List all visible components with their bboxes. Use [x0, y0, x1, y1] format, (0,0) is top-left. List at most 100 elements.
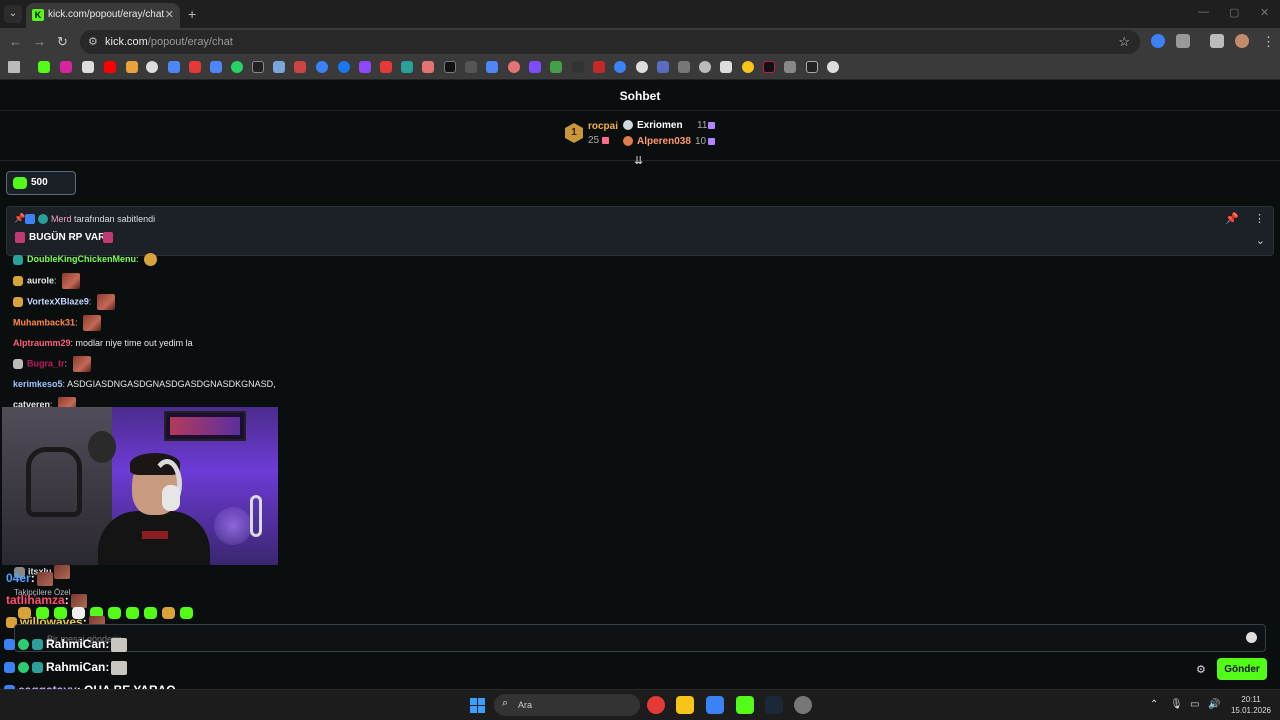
store-icon[interactable]	[706, 696, 724, 714]
emoji-picker-icon[interactable]	[1246, 632, 1257, 643]
bookmark-icon[interactable]	[678, 61, 690, 73]
emote-icon	[83, 315, 102, 331]
bookmark-icon[interactable]	[146, 61, 158, 73]
badge-icon	[32, 662, 43, 674]
bookmark-icon[interactable]	[380, 61, 392, 73]
bookmark-icon[interactable]	[359, 61, 371, 73]
tab-close-icon[interactable]: ✕	[165, 8, 174, 21]
leader-first-name[interactable]: rocpai	[588, 121, 618, 132]
bookmark-icon[interactable]	[444, 61, 456, 73]
bookmark-icon[interactable]	[529, 61, 541, 73]
bookmark-icon[interactable]	[806, 61, 818, 73]
taskbar-clock[interactable]: 20:11 15.01.2026	[1228, 694, 1274, 716]
bookmark-icon[interactable]	[189, 61, 201, 73]
bookmark-icon[interactable]	[486, 61, 498, 73]
leader-third-count: 10	[695, 136, 707, 147]
bookmark-icon[interactable]	[742, 61, 754, 73]
volume-icon[interactable]: 🔊	[1208, 699, 1220, 710]
bookmark-icon[interactable]	[231, 61, 243, 73]
send-button[interactable]: Gönder	[1217, 658, 1267, 680]
taskbar-search[interactable]: ⌕ Ara	[494, 694, 640, 716]
tray-chevron-icon[interactable]: ⌃	[1150, 699, 1158, 710]
steam-icon[interactable]	[765, 696, 783, 714]
bookmark-icon[interactable]	[784, 61, 796, 73]
verified-badge-icon	[38, 214, 48, 224]
bookmark-icon[interactable]	[827, 61, 839, 73]
browser-tab[interactable]: K kick.com/popout/eray/chat ✕	[26, 3, 180, 28]
bookmark-icon[interactable]	[294, 61, 306, 73]
bookmark-icon[interactable]	[338, 61, 350, 73]
bookmark-icon[interactable]	[550, 61, 562, 73]
maximize-button[interactable]: ▢	[1229, 6, 1239, 19]
chat-username[interactable]: DoubleKingChickenMenu	[27, 254, 136, 264]
chat-username[interactable]: Muhamback31	[13, 317, 75, 327]
unpin-icon[interactable]: 📌	[1225, 212, 1239, 225]
bookmark-icon[interactable]	[60, 61, 72, 73]
microphone-icon[interactable]: 🎙	[1170, 699, 1183, 710]
apps-grid-icon[interactable]	[8, 61, 20, 73]
bookmark-icon[interactable]	[82, 61, 94, 73]
bookmark-icon[interactable]	[508, 61, 520, 73]
extension-icon[interactable]	[1151, 34, 1165, 48]
bookmark-icon[interactable]	[252, 61, 264, 73]
bookmark-icon[interactable]	[572, 61, 584, 73]
bookmark-icon[interactable]	[401, 61, 413, 73]
bookmark-icon[interactable]	[422, 61, 434, 73]
bookmark-star-icon[interactable]: ☆	[1118, 34, 1130, 50]
pin-icon: 📌	[14, 213, 26, 223]
chat-username[interactable]: kerimkeso5	[13, 379, 63, 389]
chat-username[interactable]: Alptraumm29	[13, 338, 71, 348]
file-explorer-icon[interactable]	[676, 696, 694, 714]
chrome-icon[interactable]	[647, 696, 665, 714]
network-icon[interactable]: ▭	[1190, 699, 1199, 710]
bookmark-icon[interactable]	[126, 61, 138, 73]
back-icon[interactable]: ←	[9, 34, 22, 49]
webcam-light	[214, 507, 252, 545]
chat-input[interactable]	[47, 632, 1227, 646]
minimize-button[interactable]: —	[1198, 6, 1209, 18]
bookmark-icon[interactable]	[273, 61, 285, 73]
tab-search-menu-icon[interactable]: ⌄	[4, 5, 22, 23]
bookmark-icon[interactable]	[38, 61, 50, 73]
chat-text: modlar niye time out yedim la	[75, 338, 193, 348]
subscriber-goal-badge[interactable]: 500	[6, 171, 76, 195]
pinned-message[interactable]: 📌 Merd tarafından sabitlendi BUGÜN RP VA…	[6, 206, 1274, 256]
bookmark-icon[interactable]	[104, 61, 116, 73]
bookmark-icon[interactable]	[763, 61, 775, 73]
kick-app-icon[interactable]	[736, 696, 754, 714]
chevron-down-icon[interactable]: ⌄	[1256, 234, 1265, 247]
reading-list-icon[interactable]	[1210, 34, 1224, 48]
bookmark-icon[interactable]	[316, 61, 328, 73]
leader-third-name[interactable]: Alperen038	[637, 136, 691, 147]
new-tab-button[interactable]: +	[188, 6, 196, 22]
profile-avatar[interactable]	[1235, 34, 1249, 48]
site-info-icon[interactable]: ⚙	[88, 35, 98, 48]
leader-second-name[interactable]: Exriomen	[637, 120, 683, 131]
more-options-icon[interactable]: ⋮	[1254, 212, 1265, 225]
app-icon[interactable]	[794, 696, 812, 714]
bookmark-icon[interactable]	[593, 61, 605, 73]
webcam-fan	[250, 495, 262, 537]
chat-settings-gear-icon[interactable]: ⚙	[1196, 663, 1206, 676]
chat-username[interactable]: aurole	[27, 275, 54, 285]
bookmark-icon[interactable]	[210, 61, 222, 73]
bookmark-icon[interactable]	[168, 61, 180, 73]
windows-start-icon[interactable]	[470, 698, 485, 713]
extensions-puzzle-icon[interactable]	[1176, 34, 1190, 48]
forward-icon[interactable]: →	[33, 34, 46, 49]
browser-menu-icon[interactable]: ⋮	[1262, 34, 1275, 50]
reload-icon[interactable]: ↻	[57, 34, 68, 50]
bookmark-icon[interactable]	[699, 61, 711, 73]
bookmark-icon[interactable]	[636, 61, 648, 73]
chat-username[interactable]: Bugra_tr	[27, 358, 65, 368]
bookmark-icon[interactable]	[657, 61, 669, 73]
address-bar[interactable]: ⚙ kick.com/popout/eray/chat ☆	[80, 30, 1140, 54]
bookmark-icon[interactable]	[614, 61, 626, 73]
emote-icon	[62, 273, 81, 289]
chat-username[interactable]: VortexXBlaze9	[27, 296, 89, 306]
bookmark-icon[interactable]	[465, 61, 477, 73]
subscriber-badge-icon	[13, 254, 23, 265]
leaderboard-expand-icon[interactable]: ⇊	[634, 154, 643, 167]
bookmark-icon[interactable]	[720, 61, 732, 73]
close-window-button[interactable]: ✕	[1260, 6, 1269, 19]
